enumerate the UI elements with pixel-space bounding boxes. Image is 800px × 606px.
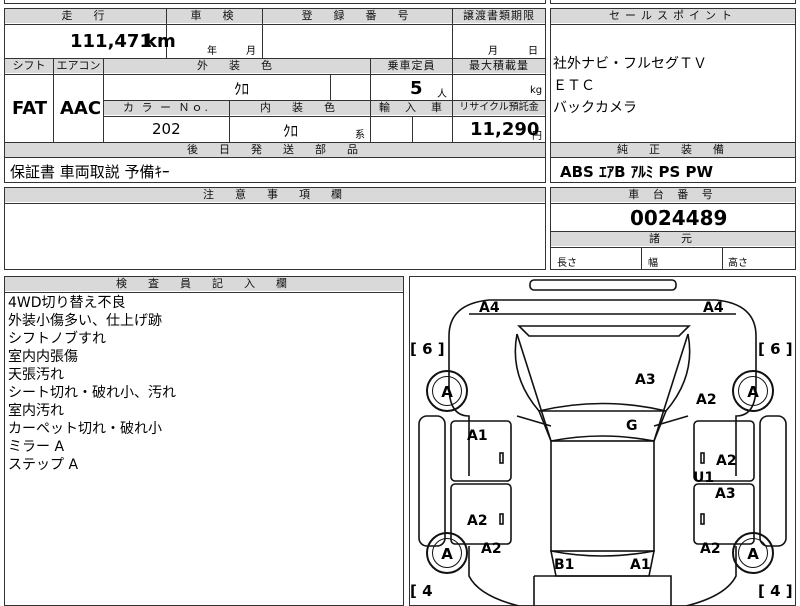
chassis-value: 0024489 [630, 206, 728, 230]
tire-rear-right: A [732, 532, 774, 574]
inspector-line: シート切れ・破れ小、汚れ [8, 385, 176, 401]
tire-count-front-right: [ 6 ] [758, 340, 793, 358]
tire-count-front-left: [ 6 ] [410, 340, 445, 358]
inspector-line: シフトノブすれ [8, 331, 106, 347]
mark-a2-fender: A2 [696, 392, 717, 408]
mark-g-windshield: G [626, 418, 638, 434]
mark-a2-quarter-right: A2 [700, 541, 721, 557]
mark-a2-rear-left: A2 [467, 513, 488, 529]
mileage-unit: km [145, 31, 176, 52]
registration-header: 登 録 番 号 [263, 9, 452, 23]
sales-point-3: バックカメラ [553, 100, 637, 116]
capacity-header: 乗車定員 [371, 59, 452, 73]
tire-front-left: A [426, 370, 468, 412]
interior-color-suffix: 系 [355, 130, 365, 141]
mark-a4-left: A4 [479, 300, 500, 316]
equipment-header: 純 正 装 備 [551, 143, 795, 157]
transfer-day: 日 [528, 46, 538, 57]
inspection-month: 月 [246, 46, 256, 57]
vehicle-info-grid [4, 8, 546, 143]
max-load-unit: kg [530, 85, 543, 96]
sales-point-2: ＥＴＣ [553, 78, 595, 94]
sales-points-header: セールスポイント [551, 9, 795, 23]
tire-count-rear-right: [ 4 ] [758, 582, 793, 600]
exterior-color-value: ｸﾛ [234, 80, 250, 98]
inspection-year: 年 [207, 46, 217, 57]
aircon-header: エアコン [54, 59, 103, 73]
inspector-line: 室内内張傷 [8, 349, 78, 365]
color-no-value: 202 [152, 120, 181, 138]
aircon-value: AAC [60, 98, 102, 119]
dimension-length: 長さ [557, 258, 577, 269]
interior-color-value: ｸﾛ [283, 122, 299, 140]
chassis-header: 車 台 番 号 [551, 188, 795, 202]
top-clipped-row [4, 0, 546, 4]
transfer-month: 月 [488, 46, 498, 57]
inspector-line: 天張汚れ [8, 367, 64, 383]
sales-point-1: 社外ナビ・フルセグＴＶ [553, 56, 707, 72]
inspector-line: 4WD切り替え不良 [8, 295, 126, 311]
notes-header: 注 意 事 項 欄 [5, 188, 545, 202]
mileage-header: 走 行 [5, 9, 166, 23]
recycle-unit: 円 [532, 131, 542, 142]
mark-a1-rear: A1 [630, 557, 651, 573]
inspector-line: 外装小傷多い、仕上げ跡 [8, 313, 162, 329]
capacity-unit: 人 [437, 89, 447, 100]
inspector-line: ステップ A [8, 457, 79, 473]
dimension-height: 高さ [728, 258, 748, 269]
inspector-line: 室内汚れ [8, 403, 64, 419]
inspector-header: 検 査 員 記 入 欄 [5, 277, 403, 291]
transfer-deadline-header: 譲渡書類期限 [453, 9, 545, 23]
tire-count-rear-left: [ 4 [410, 582, 433, 600]
mark-a1-door-left: A1 [467, 428, 488, 444]
recycle-value: 11,290 [470, 119, 540, 140]
inspector-line: ミラー A [8, 439, 65, 455]
inspector-lines: 4WD切り替え不良 外装小傷多い、仕上げ跡 シフトノブすれ 室内内張傷 天張汚れ… [8, 294, 176, 474]
mark-a4-right: A4 [703, 300, 724, 316]
tire-front-right: A [732, 370, 774, 412]
shift-value: FAT [12, 98, 48, 119]
mark-b1: B1 [554, 557, 575, 573]
top-clipped-right [550, 0, 796, 4]
mark-a3-hood: A3 [635, 372, 656, 388]
import-header: 輸 入 車 [371, 101, 452, 115]
dimensions-header: 諸 元 [551, 232, 795, 246]
interior-color-header: 内 装 色 [230, 101, 370, 115]
mark-a2-quarter-left: A2 [481, 541, 502, 557]
mileage-value: 111,471 [70, 31, 152, 52]
dimension-width: 幅 [648, 258, 658, 269]
exterior-color-header: 外 装 色 [104, 59, 370, 73]
recycle-header: リサイクル預託金 [453, 101, 545, 115]
mark-u1: U1 [693, 470, 715, 486]
later-items-value: 保証書 車両取説 予備ｷｰ [10, 163, 170, 181]
shift-header: シフト [5, 59, 53, 73]
color-no-header: カ ラ ー Ｎｏ. [104, 101, 229, 115]
inspector-line: カーペット切れ・破れ小 [8, 421, 162, 437]
inspection-header: 車 検 [167, 9, 262, 23]
mark-a2-door-right: A2 [716, 453, 737, 469]
mark-a3-door-right: A3 [715, 486, 736, 502]
capacity-value: 5 [410, 78, 423, 99]
max-load-header: 最大積載量 [453, 59, 545, 73]
equipment-value: ABS ｴｱB ｱﾙﾐ PS PW [560, 163, 714, 181]
later-items-header: 後 日 発 送 部 品 [5, 143, 545, 157]
tire-rear-left: A [426, 532, 468, 574]
